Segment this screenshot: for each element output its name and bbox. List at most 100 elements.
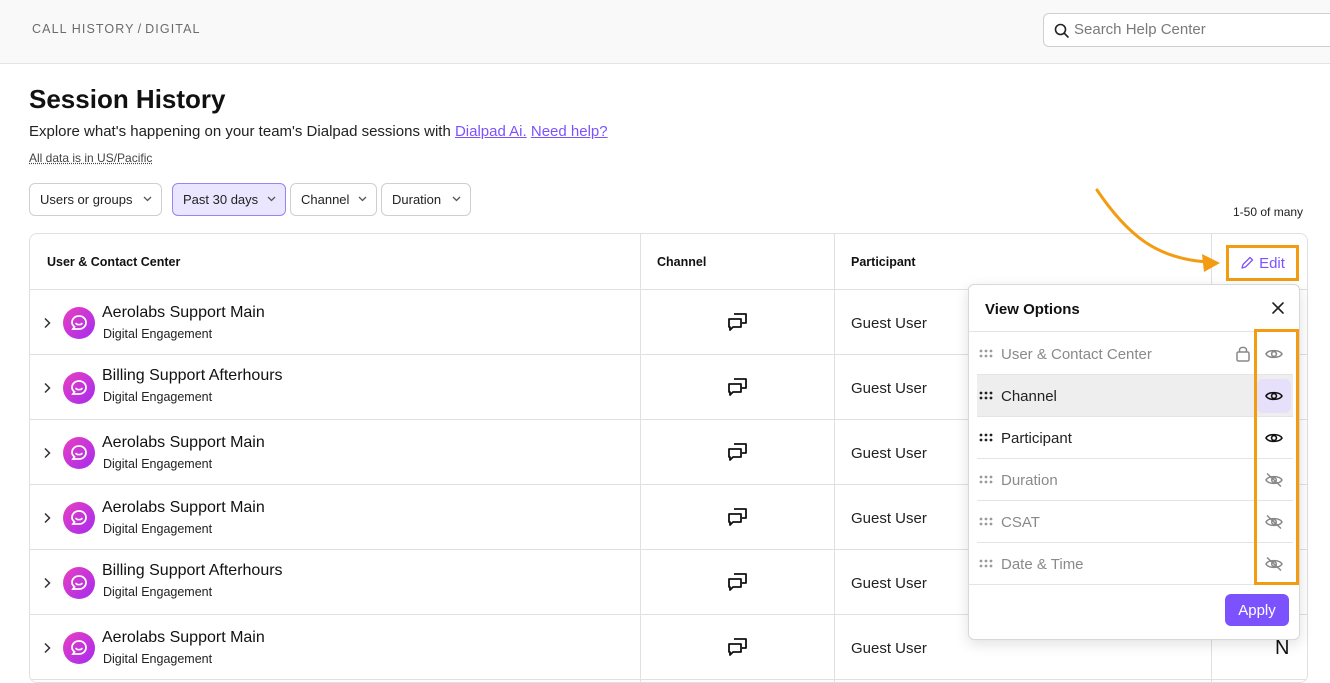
popover-title: View Options [985,301,1080,318]
filter-label: Duration [392,192,442,207]
chat-bubbles-icon [728,313,747,331]
search-input[interactable] [1074,21,1324,38]
chevron-down-icon [358,196,367,202]
divider [969,584,1299,585]
page-title: Session History [29,84,226,114]
filter-channel[interactable]: Channel [290,183,377,216]
view-option-label: CSAT [1001,514,1040,531]
chat-bubble-icon [71,510,87,525]
row-user-subtitle: Digital Engagement [103,457,213,471]
results-count: 1-50 of many [1233,205,1304,219]
dialpad-ai-link[interactable]: Dialpad Ai. [455,123,527,140]
row-participant: Guest User [851,575,927,592]
timezone-note[interactable]: All data is in US/Pacific [29,151,152,165]
view-option-row[interactable]: User & Contact Center [977,333,1293,375]
drag-handle-icon[interactable] [979,433,994,442]
chevron-down-icon [267,196,276,202]
drag-handle-icon[interactable] [979,475,994,484]
search-box[interactable] [1043,13,1330,47]
breadcrumb: CALL HISTORY / DIGITAL [32,22,201,36]
chevron-right-icon[interactable] [42,577,52,589]
search-icon [1054,23,1069,38]
filter-label: Users or groups [40,192,133,207]
filter-duration[interactable]: Duration [381,183,471,216]
view-option-label: Participant [1001,430,1072,447]
subtitle-text: Explore what's happening on your team's … [29,123,455,140]
page-subtitle: Explore what's happening on your team's … [29,123,608,140]
view-option-row[interactable]: Duration [977,459,1293,501]
chat-bubble-icon [71,575,87,590]
view-option-label: Duration [1001,472,1058,489]
row-participant: Guest User [851,380,927,397]
lock-icon [1236,346,1250,362]
chat-bubble-icon [71,380,87,395]
avatar [63,632,95,664]
row-participant: Guest User [851,510,927,527]
avatar [63,502,95,534]
chevron-right-icon[interactable] [42,447,52,459]
chevron-down-icon [143,196,152,202]
annotation-arrow [1095,188,1220,272]
annotation-highlight-box [1254,329,1299,585]
row-user-name[interactable]: Aerolabs Support Main [102,499,265,517]
chat-bubble-icon [71,445,87,460]
row-user-name[interactable]: Billing Support Afterhours [102,367,283,385]
chat-bubble-icon [71,640,87,655]
drag-handle-icon[interactable] [979,559,994,568]
chevron-down-icon [452,196,461,202]
view-option-label: Channel [1001,388,1057,405]
top-bar: CALL HISTORY / DIGITAL [0,0,1330,64]
view-option-row[interactable]: Date & Time [977,543,1293,585]
view-option-row[interactable]: CSAT [977,501,1293,543]
chevron-right-icon[interactable] [42,512,52,524]
row-user-subtitle: Digital Engagement [103,585,213,599]
divider [969,331,1299,332]
row-user-subtitle: Digital Engagement [103,652,213,666]
row-participant: Guest User [851,315,927,332]
filter-label: Channel [301,192,350,207]
filter-date-range[interactable]: Past 30 days [172,183,286,216]
drag-handle-icon[interactable] [979,349,994,358]
row-user-subtitle: Digital Engagement [103,522,213,536]
row-user-name[interactable]: Aerolabs Support Main [102,304,265,322]
edit-label: Edit [1259,254,1285,272]
chevron-right-icon[interactable] [42,317,52,329]
breadcrumb-parent[interactable]: CALL HISTORY [32,22,135,36]
filter-users-or-groups[interactable]: Users or groups [29,183,162,216]
chat-bubbles-icon [728,638,747,656]
partial-cell-text: N [1275,637,1290,659]
drag-handle-icon[interactable] [979,391,994,400]
edit-columns-button[interactable]: Edit [1226,245,1299,281]
chat-bubbles-icon [728,508,747,526]
view-option-label: User & Contact Center [1001,346,1152,363]
avatar [63,307,95,339]
view-options-popover: View Options User & Contact Center Channe… [968,284,1300,640]
chevron-right-icon[interactable] [42,382,52,394]
chat-bubbles-icon [728,378,747,396]
row-user-name[interactable]: Aerolabs Support Main [102,629,265,647]
breadcrumb-separator: / [137,22,143,36]
row-user-subtitle: Digital Engagement [103,390,213,404]
view-option-label: Date & Time [1001,556,1084,573]
apply-button[interactable]: Apply [1225,594,1289,626]
row-user-name[interactable]: Billing Support Afterhours [102,562,283,580]
chat-bubbles-icon [728,443,747,461]
close-icon[interactable] [1270,300,1286,316]
chevron-right-icon[interactable] [42,642,52,654]
row-user-name[interactable]: Aerolabs Support Main [102,434,265,452]
view-option-row[interactable]: Channel [977,375,1293,417]
avatar [63,372,95,404]
header-participant[interactable]: Participant [851,255,916,269]
row-participant: Guest User [851,640,927,657]
filter-label: Past 30 days [183,192,259,207]
header-user-contact-center[interactable]: User & Contact Center [47,255,180,269]
header-channel[interactable]: Channel [657,255,706,269]
row-user-subtitle: Digital Engagement [103,327,213,341]
avatar [63,567,95,599]
need-help-link[interactable]: Need help? [531,123,608,140]
chat-bubble-icon [71,315,87,330]
view-option-row[interactable]: Participant [977,417,1293,459]
pencil-icon [1241,256,1254,269]
drag-handle-icon[interactable] [979,517,994,526]
breadcrumb-current: DIGITAL [145,22,201,36]
